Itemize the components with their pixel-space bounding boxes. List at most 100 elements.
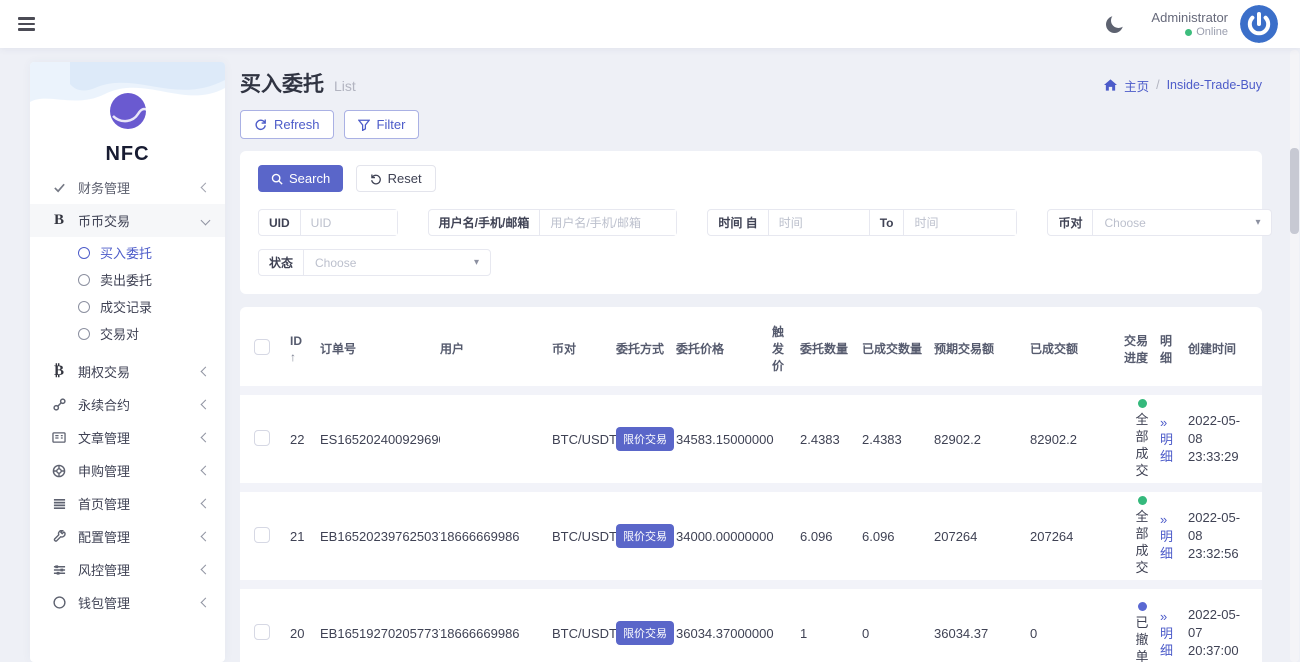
cell-pair: BTC/USDT <box>552 626 616 641</box>
sidebar-item-homepage-management[interactable]: 首页管理 <box>30 487 225 520</box>
row-checkbox[interactable] <box>254 430 270 446</box>
uid-label: UID <box>259 210 301 235</box>
sidebar-item-risk-management[interactable]: 风控管理 <box>30 553 225 586</box>
col-trigger: 触发价 <box>772 323 788 374</box>
chevron-left-icon <box>201 598 211 608</box>
cell-filled-qty: 6.096 <box>862 529 934 544</box>
caret-down-icon: ▾ <box>474 257 479 268</box>
page-scrollbar-thumb[interactable] <box>1290 148 1299 234</box>
user-label: 用户名/手机/邮箱 <box>429 210 541 235</box>
col-order-no: 订单号 <box>320 340 440 357</box>
sidebar-item-subscription-management[interactable]: 申购管理 <box>30 454 225 487</box>
chevron-left-icon <box>201 433 211 443</box>
home-icon <box>1104 79 1117 91</box>
radio-circle-icon <box>78 328 90 340</box>
sidebar-item-finance[interactable]: 财务管理 <box>30 180 225 204</box>
cell-order-no: ES1652024009296904 <box>320 432 440 447</box>
chain-link-icon <box>48 398 70 411</box>
time-from-input[interactable] <box>769 210 869 235</box>
radio-circle-icon <box>78 274 90 286</box>
chevron-left-icon <box>201 400 211 410</box>
chevron-left-icon <box>201 499 211 509</box>
cell-user: 18666669986 <box>440 529 552 544</box>
reset-undo-icon <box>370 173 382 185</box>
search-button[interactable]: Search <box>258 165 343 192</box>
user-input[interactable] <box>540 210 676 235</box>
filter-panel: Search Reset UID 用户名/手机/邮箱 时间 自 <box>240 151 1262 294</box>
radio-circle-icon <box>78 301 90 313</box>
col-filled-amount: 已成交额 <box>1030 340 1124 357</box>
user-status-label: Online <box>1196 26 1228 38</box>
sidebar-item-perpetual-contract[interactable]: 永续合约 <box>30 388 225 421</box>
status-badge: 全部成交 <box>1124 496 1160 576</box>
cell-filled-qty: 0 <box>862 626 934 641</box>
col-id[interactable]: ID↑ <box>290 333 320 365</box>
col-filled-qty: 已成交数量 <box>862 340 934 357</box>
breadcrumb-current[interactable]: Inside-Trade-Buy <box>1167 78 1262 92</box>
chevron-down-icon <box>201 216 211 226</box>
status-select[interactable]: Choose ▾ <box>304 250 490 275</box>
order-type-badge: 限价交易 <box>616 621 674 645</box>
breadcrumb-separator: / <box>1156 78 1159 92</box>
sidebar-item-article-management[interactable]: 文章管理 <box>30 421 225 454</box>
cell-id: 22 <box>290 432 320 447</box>
order-type-badge: 限价交易 <box>616 524 674 548</box>
col-expected: 预期交易额 <box>934 340 1030 357</box>
row-separator <box>240 386 1262 395</box>
col-progress: 交易进度 <box>1124 332 1154 366</box>
sidebar-item-config-management[interactable]: 配置管理 <box>30 520 225 553</box>
bitcoin-b-icon: ₿ <box>48 363 70 380</box>
cell-expected: 207264 <box>934 529 1030 544</box>
globe-icon <box>48 464 70 478</box>
sidebar-item-options-trade[interactable]: ₿ 期权交易 <box>30 355 225 388</box>
row-checkbox[interactable] <box>254 624 270 640</box>
sliders-icon <box>48 564 70 576</box>
filter-button[interactable]: Filter <box>344 110 420 139</box>
submenu-item-buy-orders[interactable]: 买入委托 <box>30 239 225 266</box>
status-filter-group: 状态 Choose ▾ <box>258 249 491 276</box>
row-checkbox[interactable] <box>254 527 270 543</box>
sidebar-item-spot-trade[interactable]: B 币币交易 <box>30 204 225 237</box>
col-user: 用户 <box>440 340 552 357</box>
online-dot-icon <box>1185 29 1192 36</box>
detail-link[interactable]: » 明细 <box>1160 511 1176 562</box>
cell-expected: 82902.2 <box>934 432 1030 447</box>
cell-id: 20 <box>290 626 320 641</box>
topbar: Administrator Online <box>0 0 1300 48</box>
cell-amount: 6.096 <box>800 529 862 544</box>
detail-link[interactable]: » 明细 <box>1160 608 1176 659</box>
breadcrumb-home-link[interactable]: 主页 <box>1124 76 1149 95</box>
spot-trade-submenu: 买入委托 卖出委托 成交记录 交易对 <box>30 237 225 351</box>
reset-button[interactable]: Reset <box>356 165 436 192</box>
col-pair: 币对 <box>552 340 616 357</box>
sidebar-item-wallet-management[interactable]: 钱包管理 <box>30 586 225 619</box>
uid-input[interactable] <box>301 210 397 235</box>
row-separator <box>240 483 1262 492</box>
refresh-button[interactable]: Refresh <box>240 110 334 139</box>
page-scrollbar-track[interactable] <box>1290 50 1299 662</box>
cell-filled-qty: 2.4383 <box>862 432 934 447</box>
chevron-left-icon <box>201 532 211 542</box>
time-from-label: 时间 自 <box>708 210 768 235</box>
submenu-item-trading-pairs[interactable]: 交易对 <box>30 320 225 347</box>
dark-mode-toggle-moon-icon[interactable] <box>1106 16 1123 33</box>
time-range-filter-group: 时间 自 To <box>707 209 1017 236</box>
avatar[interactable] <box>1240 5 1278 43</box>
chevron-left-icon <box>201 565 211 575</box>
cell-pair: BTC/USDT <box>552 432 616 447</box>
time-to-input[interactable] <box>904 210 1016 235</box>
hamburger-menu-icon[interactable] <box>18 17 35 30</box>
pair-select[interactable]: Choose ▾ <box>1093 210 1271 235</box>
brand-power-icon <box>1240 5 1278 43</box>
lines-list-icon <box>48 498 70 510</box>
select-all-checkbox[interactable] <box>254 339 270 355</box>
sidebar-item-staking-mining[interactable]: ¥ 质押挖矿 <box>30 619 225 620</box>
submenu-item-trade-records[interactable]: 成交记录 <box>30 293 225 320</box>
page-title: 买入委托 <box>240 68 324 98</box>
detail-link[interactable]: » 明细 <box>1160 414 1176 465</box>
cell-created: 2022-05-08 23:33:29 <box>1188 412 1248 466</box>
user-filter-group: 用户名/手机/邮箱 <box>428 209 678 236</box>
filter-funnel-icon <box>358 119 370 131</box>
submenu-item-sell-orders[interactable]: 卖出委托 <box>30 266 225 293</box>
user-block[interactable]: Administrator Online <box>1151 10 1228 38</box>
